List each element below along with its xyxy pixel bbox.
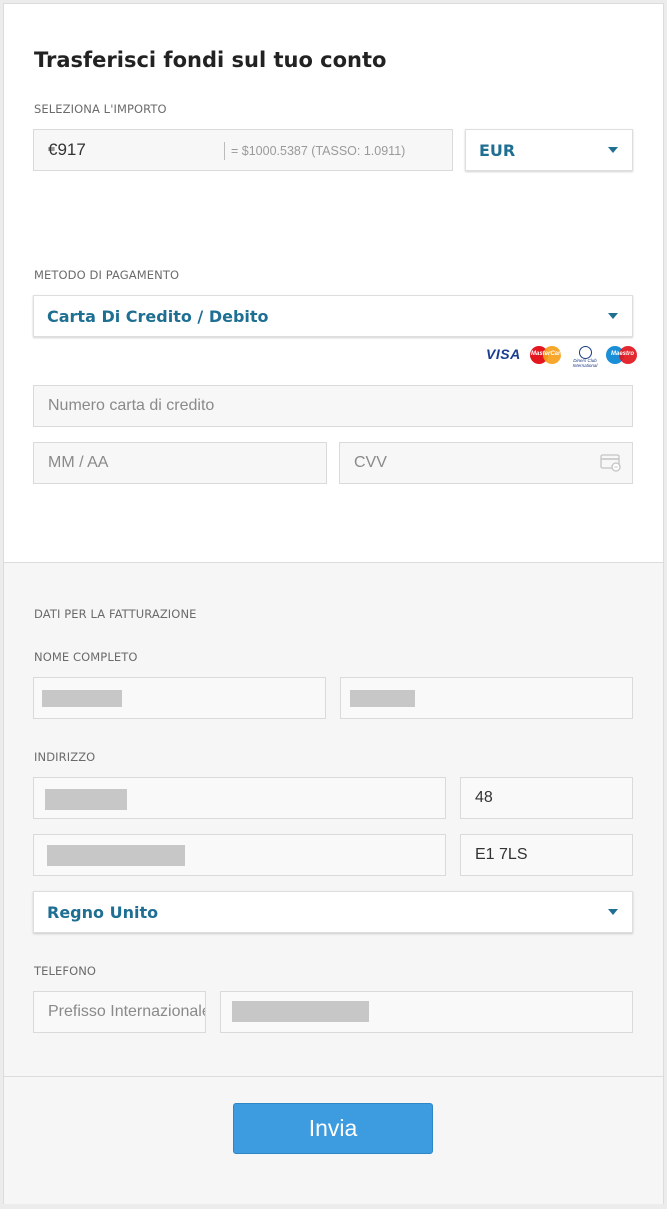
- full-name-label: NOME COMPLETO: [34, 650, 138, 664]
- country-value: Regno Unito: [47, 902, 159, 922]
- submit-button[interactable]: Invia: [233, 1103, 433, 1154]
- redacted-value: [350, 690, 415, 707]
- page-title: Trasferisci fondi sul tuo conto: [34, 48, 387, 72]
- billing-section-label: DATI PER LA FATTURAZIONE: [34, 607, 197, 621]
- currency-select[interactable]: EUR: [465, 129, 633, 171]
- phone-prefix-input[interactable]: Prefisso Internazionale: [33, 991, 206, 1033]
- last-name-input[interactable]: [340, 677, 633, 719]
- payment-method-value: Carta Di Credito / Debito: [47, 306, 269, 326]
- payment-method-select[interactable]: Carta Di Credito / Debito: [33, 295, 633, 337]
- credit-card-icon: [600, 454, 621, 472]
- postcode-input[interactable]: E1 7LS: [460, 834, 633, 876]
- city-input[interactable]: [33, 834, 446, 876]
- amount-input[interactable]: €917 = $1000.5387 (TASSO: 1.0911): [33, 129, 453, 171]
- card-number-input[interactable]: Numero carta di credito: [33, 385, 633, 427]
- chevron-down-icon: [608, 313, 618, 319]
- chevron-down-icon: [608, 909, 618, 915]
- mastercard-logo: MasterCard: [530, 346, 564, 364]
- payment-method-label: METODO DI PAGAMENTO: [34, 268, 180, 282]
- conversion-rate: = $1000.5387 (TASSO: 1.0911): [224, 142, 405, 160]
- first-name-input[interactable]: [33, 677, 326, 719]
- expiry-input[interactable]: MM / AA: [33, 442, 327, 484]
- redacted-value: [47, 845, 185, 866]
- currency-value: EUR: [479, 140, 516, 160]
- redacted-value: [45, 789, 127, 810]
- amount-label: SELEZIONA L'IMPORTO: [34, 102, 167, 116]
- house-number-input[interactable]: 48: [460, 777, 633, 819]
- billing-section: DATI PER LA FATTURAZIONE NOME COMPLETO I…: [4, 562, 663, 1077]
- country-select[interactable]: Regno Unito: [33, 891, 633, 933]
- diners-club-logo: Diners Club International: [570, 346, 600, 368]
- chevron-down-icon: [608, 147, 618, 153]
- maestro-logo: Maestro: [606, 346, 637, 364]
- phone-number-input[interactable]: [220, 991, 633, 1033]
- redacted-value: [42, 690, 122, 707]
- redacted-value: [232, 1001, 369, 1022]
- street-input[interactable]: [33, 777, 446, 819]
- phone-label: TELEFONO: [34, 964, 97, 978]
- cvv-placeholder: CVV: [354, 454, 387, 471]
- visa-logo: VISA: [486, 346, 521, 362]
- address-label: INDIRIZZO: [34, 750, 96, 764]
- transfer-form-card: Trasferisci fondi sul tuo conto SELEZION…: [3, 3, 664, 1204]
- form-footer: Invia: [4, 1076, 663, 1204]
- amount-value: €917: [48, 140, 86, 159]
- cvv-input[interactable]: CVV: [339, 442, 633, 484]
